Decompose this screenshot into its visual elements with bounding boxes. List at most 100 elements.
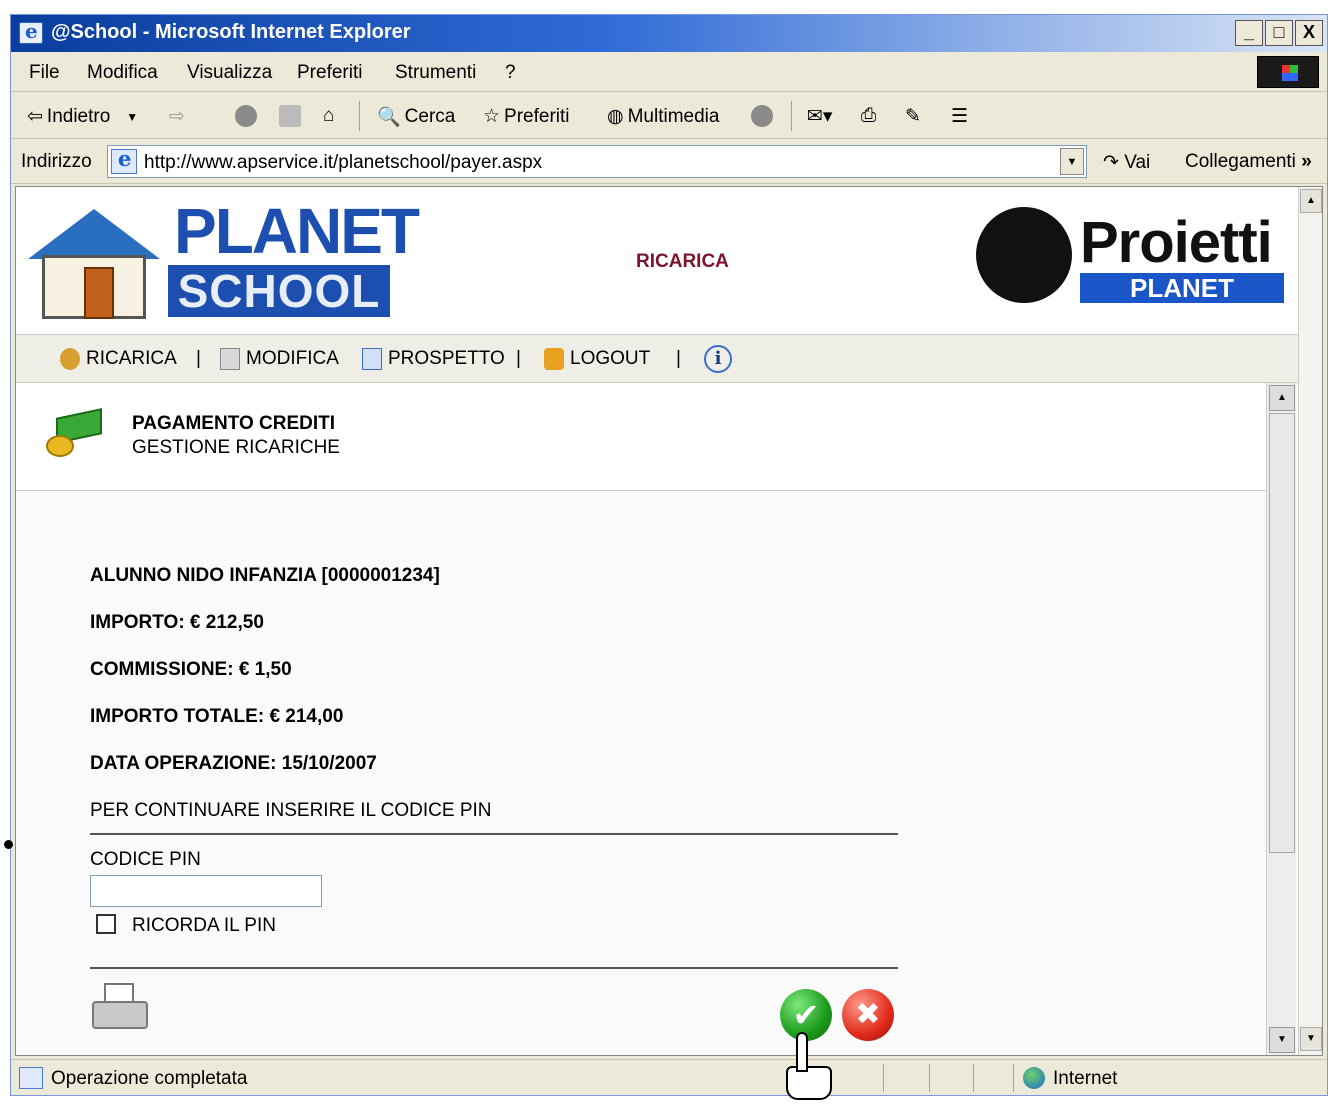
remember-pin-checkbox[interactable]: [96, 914, 116, 934]
amount-info: IMPORTO: € 212,50: [90, 612, 264, 633]
fee-info: COMMISSIONE: € 1,50: [90, 659, 292, 680]
page-icon: [111, 146, 137, 174]
nav-bar: RICARICA | MODIFICA PROSPETTO | LOGOUT |…: [16, 335, 1298, 383]
edit-doc-icon: [220, 348, 240, 370]
nav-ricarica[interactable]: RICARICA: [60, 348, 177, 370]
menu-strumenti[interactable]: Strumenti: [395, 62, 476, 84]
links-button[interactable]: Collegamenti »: [1185, 151, 1312, 173]
lock-icon: [544, 348, 564, 370]
cancel-button[interactable]: ✖: [842, 989, 894, 1041]
menu-preferiti[interactable]: Preferiti: [297, 62, 362, 84]
status-bar: Operazione completata Internet: [11, 1059, 1327, 1095]
menu-help[interactable]: ?: [505, 62, 516, 84]
minimize-button[interactable]: _: [1235, 20, 1263, 46]
stop-button[interactable]: [235, 105, 257, 127]
pin-label: CODICE PIN: [90, 849, 201, 870]
nav-separator: |: [516, 348, 521, 369]
total-info: IMPORTO TOTALE: € 214,00: [90, 706, 344, 727]
menu-modifica[interactable]: Modifica: [87, 62, 158, 84]
print-button[interactable]: ⎙: [861, 105, 876, 127]
edit-button[interactable]: ✎: [905, 105, 921, 128]
address-label: Indirizzo: [21, 151, 92, 172]
stop-icon: [235, 105, 257, 127]
info-icon[interactable]: i: [704, 345, 732, 373]
home-icon: ⌂: [323, 105, 335, 126]
divider: [90, 833, 898, 835]
back-button[interactable]: ⇦ Indietro ▼: [27, 105, 138, 128]
coins-icon: [60, 348, 80, 370]
security-zone: Internet: [1053, 1068, 1118, 1089]
scroll-up-arrow-icon[interactable]: ▲: [1269, 385, 1295, 411]
nav-logout-label: LOGOUT: [570, 348, 651, 369]
page-status-icon: [19, 1067, 43, 1089]
scroll-down-arrow-icon[interactable]: ▼: [1269, 1027, 1295, 1053]
media-button[interactable]: ◍ Multimedia: [607, 105, 719, 128]
stray-dot: [4, 840, 13, 849]
menu-file[interactable]: File: [29, 62, 60, 84]
pin-input[interactable]: [90, 875, 322, 907]
nav-modifica-label: MODIFICA: [246, 348, 339, 369]
media-icon: ◍: [607, 106, 624, 127]
document-icon: ☰: [951, 106, 969, 127]
page-scroll-up-icon[interactable]: ▲: [1300, 189, 1322, 213]
close-button[interactable]: X: [1295, 20, 1323, 46]
mail-button[interactable]: ✉▾: [807, 105, 832, 128]
status-text: Operazione completata: [51, 1068, 248, 1089]
refresh-icon: [279, 105, 301, 127]
nav-prospetto[interactable]: PROSPETTO: [362, 348, 505, 370]
nav-separator: |: [676, 348, 681, 369]
mail-icon: ✉▾: [807, 106, 833, 127]
address-input[interactable]: http://www.apservice.it/planetschool/pay…: [107, 145, 1087, 178]
search-label: Cerca: [404, 106, 456, 127]
site-header: PLANET SCHOOL RICARICA Proietti PLANET: [16, 187, 1298, 335]
dropdown-arrow-icon: ▼: [126, 109, 139, 124]
links-label: Collegamenti: [1185, 151, 1296, 172]
history-icon: [751, 105, 773, 127]
print-receipt-button[interactable]: [92, 983, 148, 1033]
forward-button[interactable]: ⇨: [169, 105, 185, 128]
search-button[interactable]: 🔍 Cerca: [377, 105, 455, 129]
money-icon: [46, 408, 102, 459]
back-arrow-icon: ⇦: [27, 106, 43, 127]
maximize-button[interactable]: □: [1265, 20, 1293, 46]
back-label: Indietro: [46, 105, 111, 127]
instruction-text: PER CONTINUARE INSERIRE IL CODICE PIN: [90, 800, 492, 821]
browser-window: @School - Microsoft Internet Explorer _ …: [10, 14, 1328, 1096]
logo-proietti-sub: PLANET: [1080, 273, 1284, 303]
nav-modifica[interactable]: MODIFICA: [220, 348, 339, 370]
star-icon: ☆: [483, 106, 501, 127]
title-bar[interactable]: @School - Microsoft Internet Explorer _ …: [11, 15, 1327, 52]
address-dropdown-button[interactable]: ▼: [1060, 148, 1084, 175]
nav-logout[interactable]: LOGOUT: [544, 348, 650, 370]
menu-visualizza[interactable]: Visualizza: [187, 62, 272, 84]
page-title: RICARICA: [636, 251, 729, 272]
links-chevron: »: [1301, 151, 1312, 172]
page-scroll-down-icon[interactable]: ▼: [1300, 1027, 1322, 1051]
house-icon: [28, 209, 160, 259]
ie-icon: [19, 19, 43, 44]
page-scrollbar[interactable]: ▲ ▼: [1298, 187, 1322, 1055]
nav-prospetto-label: PROSPETTO: [388, 348, 505, 369]
section-subtitle: GESTIONE RICARICHE: [132, 437, 340, 458]
scroll-thumb[interactable]: [1269, 413, 1295, 853]
inner-scrollbar[interactable]: ▲ ▼: [1266, 383, 1296, 1055]
logo-proietti-text: Proietti: [1080, 210, 1273, 275]
refresh-button[interactable]: [279, 105, 301, 127]
date-info: DATA OPERAZIONE: 15/10/2007: [90, 753, 377, 774]
media-label: Multimedia: [627, 105, 720, 127]
section-title: PAGAMENTO CREDITI: [132, 413, 336, 434]
address-bar: Indirizzo http://www.apservice.it/planet…: [11, 140, 1327, 184]
search-icon: 🔍: [377, 107, 401, 128]
home-button[interactable]: ⌂: [323, 105, 334, 127]
go-button[interactable]: ↷ Vai: [1103, 151, 1150, 174]
logo-planet-text: PLANET: [174, 195, 420, 267]
window-controls: _ □ X: [1235, 20, 1323, 46]
history-button[interactable]: [751, 105, 773, 127]
page-content: PLANET SCHOOL RICARICA Proietti PLANET R…: [15, 186, 1323, 1056]
favorites-button[interactable]: ☆ Preferiti: [483, 105, 570, 128]
address-url: http://www.apservice.it/planetschool/pay…: [144, 152, 543, 173]
discuss-button[interactable]: ☰: [951, 105, 968, 128]
proietti-planet-logo: Proietti PLANET: [976, 207, 1296, 317]
windows-logo-icon: [1257, 56, 1319, 88]
nav-ricarica-label: RICARICA: [86, 348, 177, 369]
